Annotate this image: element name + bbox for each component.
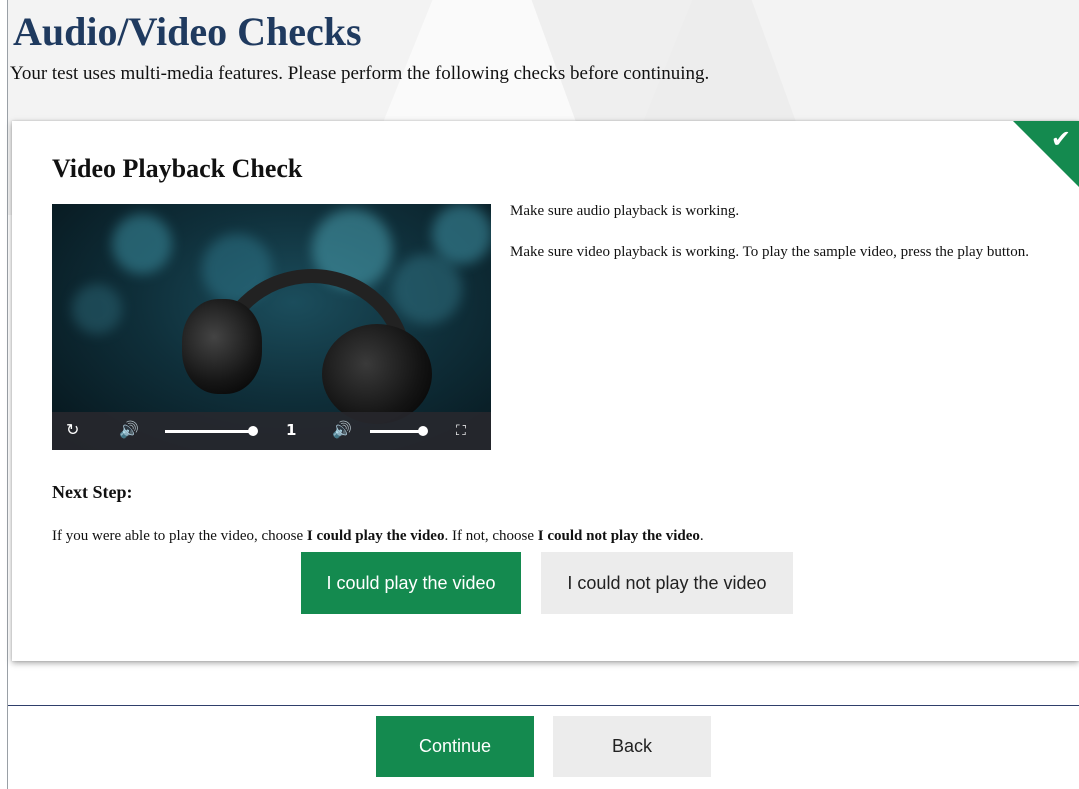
next-step-text-part: . If not, choose [444, 528, 538, 544]
card-title: Video Playback Check [52, 154, 303, 183]
next-step-text-part: If you were able to play the video, choo… [52, 528, 307, 544]
next-step-text: If you were able to play the video, choo… [52, 526, 704, 546]
video-frame-bokeh [112, 214, 172, 274]
page-title: Audio/Video Checks [13, 9, 362, 54]
video-instruction: Make sure video playback is working. To … [510, 244, 1029, 260]
video-playback-check-card: ✔ Video Playback Check ↻ 🔊 1 🔊 ⛶ Make su… [12, 121, 1079, 661]
video-player[interactable]: ↻ 🔊 1 🔊 ⛶ [52, 204, 491, 450]
video-frame-bokeh [72, 284, 122, 334]
continue-button[interactable]: Continue [376, 716, 534, 777]
could-not-play-video-button[interactable]: I could not play the video [541, 552, 793, 614]
back-button[interactable]: Back [553, 716, 711, 777]
headphones-image [172, 269, 442, 424]
playback-rate-button[interactable]: 1 [286, 421, 296, 439]
video-controls-bar: ↻ 🔊 1 🔊 ⛶ [52, 412, 491, 450]
could-play-video-button[interactable]: I could play the video [301, 552, 521, 614]
replay-icon[interactable]: ↻ [66, 421, 79, 439]
headphones-ear-cup [322, 324, 432, 424]
check-icon: ✔ [1050, 125, 1071, 153]
seek-slider-handle[interactable] [248, 426, 258, 436]
volume-icon[interactable]: 🔊 [332, 421, 352, 439]
next-step-heading: Next Step: [52, 482, 133, 502]
audio-instruction: Make sure audio playback is working. [510, 203, 740, 219]
headphones-ear-cup [182, 299, 262, 394]
fullscreen-icon[interactable]: ⛶ [456, 422, 466, 440]
seek-slider[interactable] [165, 430, 255, 433]
volume-icon[interactable]: 🔊 [119, 421, 139, 439]
video-frame-bokeh [432, 204, 491, 264]
choice-yes-emphasis: I could play the video [306, 528, 445, 544]
volume-slider-handle[interactable] [418, 426, 428, 436]
next-step-text-part: . [699, 528, 704, 544]
footer-divider [8, 705, 1079, 706]
page-subtitle: Your test uses multi-media features. Ple… [10, 63, 710, 84]
choice-no-emphasis: I could not play the video [537, 528, 700, 544]
